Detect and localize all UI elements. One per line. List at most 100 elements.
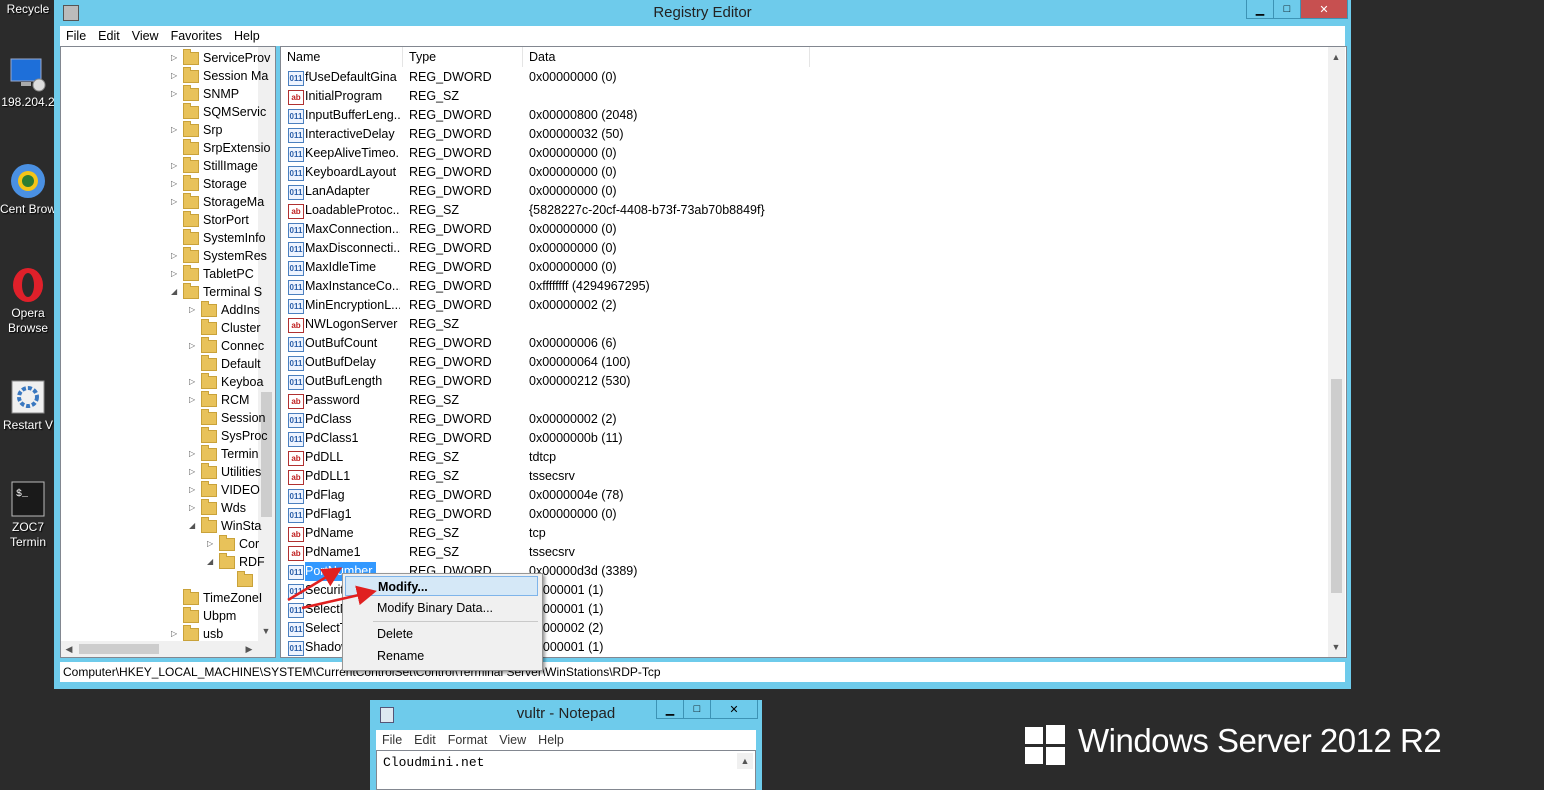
tree-node[interactable]: Ubpm xyxy=(171,607,236,625)
tree-hscroll-thumb[interactable] xyxy=(79,644,159,654)
menu-item-rename[interactable]: Rename xyxy=(345,646,538,666)
values-list[interactable]: Name Type Data ▲ ▼ 011 fUseDefaultGina REG… xyxy=(280,46,1347,658)
tree-expander-icon[interactable]: ▷ xyxy=(189,481,199,499)
notepad-maximize-button[interactable]: □ xyxy=(683,700,711,719)
tree-node[interactable] xyxy=(225,571,257,589)
tree-node[interactable]: ▷ StillImage xyxy=(171,157,258,175)
tree-node[interactable]: ▷ VIDEO xyxy=(189,481,260,499)
tree-expander-icon[interactable]: ▷ xyxy=(171,175,181,193)
tree-node[interactable]: SystemInfo xyxy=(171,229,266,247)
tree-scroll-down-button[interactable]: ▼ xyxy=(258,623,274,639)
notepad-menu-edit[interactable]: Edit xyxy=(408,730,442,747)
notepad-menu-format[interactable]: Format xyxy=(442,730,494,747)
value-row[interactable]: 011 MaxInstanceCo... REG_DWORD 0xffffffff (… xyxy=(281,277,1321,296)
value-row[interactable]: ab Password REG_SZ xyxy=(281,391,1321,410)
column-header-type[interactable]: Type xyxy=(403,47,523,67)
value-row[interactable]: 011 InputBufferLeng... REG_DWORD 0x00000800… xyxy=(281,106,1321,125)
tree-node[interactable]: ▷ Wds xyxy=(189,499,246,517)
list-scroll-down-button[interactable]: ▼ xyxy=(1328,639,1344,655)
value-row[interactable]: 011 MinEncryptionL... REG_DWORD 0x00000002 … xyxy=(281,296,1321,315)
close-button[interactable]: ✕ xyxy=(1300,0,1348,19)
tree-expander-icon[interactable]: ◢ xyxy=(207,553,217,571)
menu-item-delete[interactable]: Delete xyxy=(345,624,538,644)
tree-expander-icon[interactable]: ◢ xyxy=(171,283,181,301)
tree-expander-icon[interactable]: ▷ xyxy=(171,121,181,139)
tree-node[interactable]: ▷ TabletPC xyxy=(171,265,254,283)
tree-node[interactable]: ▷ Session Ma xyxy=(171,67,268,85)
tree-node[interactable]: ◢ WinSta xyxy=(189,517,261,535)
tree-expander-icon[interactable]: ◢ xyxy=(189,517,199,535)
tree-node[interactable]: StorPort xyxy=(171,211,249,229)
value-row[interactable]: ab PdName1 REG_SZ tssecsrv xyxy=(281,543,1321,562)
tree-node[interactable]: ▷ StorageMa xyxy=(171,193,264,211)
tree-horizontal-scrollbar[interactable]: ◀ ▶ xyxy=(61,641,275,657)
value-row[interactable]: 011 KeepAliveTimeo... REG_DWORD 0x00000000 … xyxy=(281,144,1321,163)
notepad-minimize-button[interactable]: ▁ xyxy=(656,700,684,719)
value-row[interactable]: 011 MaxConnection... REG_DWORD 0x00000000 (… xyxy=(281,220,1321,239)
notepad-scroll-up-button[interactable]: ▲ xyxy=(737,753,753,769)
desktop-icon-cent-browser[interactable]: Cent Brow xyxy=(0,162,56,216)
registry-tree[interactable]: ▼ ◀ ▶ ▷ ServiceProv ▷ Session Ma ▷ SNMP SQMSer… xyxy=(60,46,276,658)
menu-view[interactable]: View xyxy=(126,26,165,43)
tree-expander-icon[interactable]: ▷ xyxy=(171,193,181,211)
value-row[interactable]: ab PdDLL1 REG_SZ tssecsrv xyxy=(281,467,1321,486)
title-bar[interactable]: Registry Editor ▁ □ ✕ xyxy=(54,0,1351,26)
value-row[interactable]: 011 MaxDisconnecti... REG_DWORD 0x00000000 … xyxy=(281,239,1321,258)
value-row[interactable]: ab PdName REG_SZ tcp xyxy=(281,524,1321,543)
desktop-icon-recycle-bin[interactable]: Recycle xyxy=(0,2,56,16)
value-row[interactable]: 011 LanAdapter REG_DWORD 0x00000000 (0) xyxy=(281,182,1321,201)
notepad-menu-help[interactable]: Help xyxy=(532,730,570,747)
value-row[interactable]: 011 OutBufCount REG_DWORD 0x00000006 (6) xyxy=(281,334,1321,353)
tree-expander-icon[interactable]: ▷ xyxy=(189,337,199,355)
tree-node[interactable]: ▷ RCM xyxy=(189,391,249,409)
tree-node[interactable]: ▷ Utilities xyxy=(189,463,261,481)
value-row[interactable]: ab LoadableProtoc... REG_SZ {5828227c-20cf-… xyxy=(281,201,1321,220)
tree-node[interactable]: ▷ Cor xyxy=(207,535,259,553)
value-row[interactable]: 011 fUseDefaultGina REG_DWORD 0x00000000 (0… xyxy=(281,68,1321,87)
column-header-name[interactable]: Name xyxy=(281,47,403,67)
tree-node[interactable]: ▷ usb xyxy=(171,625,223,643)
value-row[interactable]: 011 KeyboardLayout REG_DWORD 0x00000000 (0) xyxy=(281,163,1321,182)
value-row[interactable]: 011 InteractiveDelay REG_DWORD 0x00000032 (… xyxy=(281,125,1321,144)
tree-node[interactable]: ▷ SystemRes xyxy=(171,247,267,265)
menu-edit[interactable]: Edit xyxy=(92,26,126,43)
tree-expander-icon[interactable]: ▷ xyxy=(171,625,181,643)
desktop-icon-remote-desktop[interactable]: 198.204.2 xyxy=(0,55,56,109)
tree-node[interactable]: ▷ SNMP xyxy=(171,85,239,103)
tree-expander-icon[interactable]: ▷ xyxy=(171,157,181,175)
notepad-text-area[interactable]: Cloudmini.net ▲ xyxy=(376,750,756,790)
notepad-close-button[interactable]: ✕ xyxy=(710,700,758,719)
value-row[interactable]: ab InitialProgram REG_SZ xyxy=(281,87,1321,106)
tree-node[interactable]: ▷ ServiceProv xyxy=(171,49,270,67)
value-row[interactable]: 011 OutBufLength REG_DWORD 0x00000212 (530) xyxy=(281,372,1321,391)
notepad-menu-view[interactable]: View xyxy=(493,730,532,747)
tree-node[interactable]: ◢ Terminal S xyxy=(171,283,262,301)
tree-node[interactable]: ▷ Storage xyxy=(171,175,247,193)
tree-expander-icon[interactable]: ▷ xyxy=(189,463,199,481)
menu-help[interactable]: Help xyxy=(228,26,266,43)
maximize-button[interactable]: □ xyxy=(1273,0,1301,19)
tree-node[interactable]: SysProc xyxy=(189,427,268,445)
value-row[interactable]: ab PdDLL REG_SZ tdtcp xyxy=(281,448,1321,467)
value-row[interactable]: 011 PdClass REG_DWORD 0x00000002 (2) xyxy=(281,410,1321,429)
tree-expander-icon[interactable]: ▷ xyxy=(189,499,199,517)
tree-node[interactable]: SQMServic xyxy=(171,103,266,121)
minimize-button[interactable]: ▁ xyxy=(1246,0,1274,19)
tree-expander-icon[interactable]: ▷ xyxy=(171,67,181,85)
tree-node[interactable]: SrpExtensio xyxy=(171,139,270,157)
value-row[interactable]: 011 PdFlag1 REG_DWORD 0x00000000 (0) xyxy=(281,505,1321,524)
value-row[interactable]: 011 PdFlag REG_DWORD 0x0000004e (78) xyxy=(281,486,1321,505)
tree-node[interactable]: TimeZoneI xyxy=(171,589,262,607)
tree-node[interactable]: Session xyxy=(189,409,265,427)
tree-expander-icon[interactable]: ▷ xyxy=(171,247,181,265)
tree-node[interactable]: ◢ RDF xyxy=(207,553,265,571)
tree-expander-icon[interactable]: ▷ xyxy=(189,301,199,319)
tree-node[interactable]: ▷ AddIns xyxy=(189,301,260,319)
tree-expander-icon[interactable]: ▷ xyxy=(189,391,199,409)
tree-node[interactable]: ▷ Connec xyxy=(189,337,264,355)
desktop-icon-restart[interactable]: Restart V xyxy=(0,378,56,432)
tree-node[interactable]: ▷ Keyboa xyxy=(189,373,263,391)
tree-node[interactable]: ▷ Termin xyxy=(189,445,259,463)
tree-node[interactable]: ▷ Srp xyxy=(171,121,222,139)
tree-node[interactable]: Default xyxy=(189,355,261,373)
